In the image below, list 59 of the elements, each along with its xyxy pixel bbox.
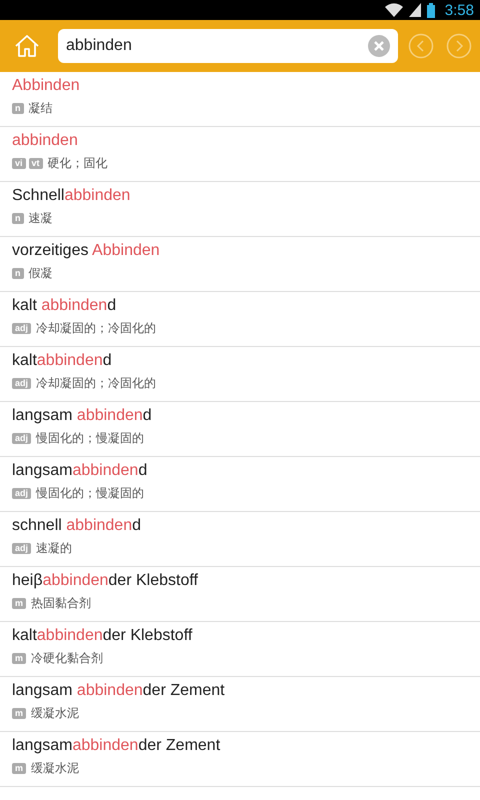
part-of-speech-tag: adj <box>12 323 32 334</box>
headword: kaltabbindender Klebstoff <box>12 626 194 646</box>
part-of-speech-tag: m <box>12 763 26 774</box>
result-row[interactable]: langsamabbindender Zement m 缓凝水泥 <box>0 732 480 787</box>
headword: abbinden <box>12 131 79 151</box>
headword: kaltabbindend <box>12 351 113 371</box>
meaning-text: 慢固化的；慢凝固的 <box>36 485 144 502</box>
part-of-speech-tag: n <box>12 268 24 279</box>
meaning-text: 热固黏合剂 <box>31 595 92 612</box>
part-of-speech-tag: vt <box>28 158 43 169</box>
result-row[interactable]: schnell abbindend adj 速凝的 <box>0 512 480 567</box>
part-of-speech-tag: m <box>12 653 26 664</box>
part-of-speech-tag: m <box>12 708 26 719</box>
result-row[interactable]: langsam abbindender Zement m 缓凝水泥 <box>0 677 480 732</box>
meaning-text: 冷却凝固的；冷固化的 <box>36 375 156 392</box>
part-of-speech-tag: m <box>12 598 26 609</box>
result-row[interactable]: Abbinden n 凝结 <box>0 72 480 127</box>
result-row[interactable]: kalt abbindend adj 冷却凝固的；冷固化的 <box>0 292 480 347</box>
headword: Schnellabbinden <box>12 186 132 206</box>
meaning-text: 冷硬化黏合剂 <box>31 650 104 667</box>
meaning-text: 慢固化的；慢凝固的 <box>36 430 144 447</box>
battery-icon <box>426 2 435 18</box>
headword: Abbinden <box>12 76 81 96</box>
result-row[interactable]: kaltabbindend adj 冷却凝固的；冷固化的 <box>0 347 480 402</box>
result-row[interactable]: vorzeitiges Abbinden n 假凝 <box>0 237 480 292</box>
part-of-speech-tag: n <box>12 213 24 224</box>
meaning-text: 缓凝水泥 <box>31 705 80 722</box>
clock-time: 3:58 <box>444 2 474 18</box>
headword: vorzeitiges Abbinden <box>12 241 161 261</box>
result-row[interactable]: abbinden vi vt 硬化；固化 <box>0 127 480 182</box>
meaning-text: 速凝 <box>28 210 52 227</box>
signal-icon <box>408 3 421 17</box>
result-row[interactable]: Schnellabbinden n 速凝 <box>0 182 480 237</box>
part-of-speech-tag: adj <box>12 488 32 499</box>
part-of-speech-tag: adj <box>12 378 32 389</box>
headword: kalt abbindend <box>12 296 118 316</box>
result-row[interactable]: langsam abbindend adj 慢固化的；慢凝固的 <box>0 402 480 457</box>
result-row[interactable]: heiβabbindender Klebstoff m 热固黏合剂 <box>0 567 480 622</box>
result-row[interactable]: langsamabbindend adj 慢固化的；慢凝固的 <box>0 457 480 512</box>
result-row[interactable]: kaltabbindender Klebstoff m 冷硬化黏合剂 <box>0 622 480 677</box>
meaning-text: 凝结 <box>28 100 52 117</box>
part-of-speech-tag: adj <box>12 543 32 554</box>
meaning-text: 缓凝水泥 <box>31 760 80 777</box>
meaning-text: 硬化；固化 <box>48 155 108 172</box>
part-of-speech-tag: vi <box>12 158 26 169</box>
part-of-speech-tag: n <box>12 103 24 114</box>
headword: langsam abbindender Zement <box>12 681 226 701</box>
meaning-text: 冷却凝固的；冷固化的 <box>36 320 156 337</box>
meaning-text: 假凝 <box>28 265 52 282</box>
headword: schnell abbindend <box>12 516 142 536</box>
wifi-icon <box>384 3 403 17</box>
search-field[interactable]: abbinden <box>58 29 398 63</box>
headword: langsam abbindend <box>12 406 153 426</box>
clear-icon[interactable] <box>368 35 390 57</box>
part-of-speech-tag: adj <box>12 433 32 444</box>
meaning-text: 速凝的 <box>36 540 72 557</box>
headword: langsamabbindender Zement <box>12 736 222 756</box>
headword: heiβabbindender Klebstoff <box>12 571 199 591</box>
headword: langsamabbindend <box>12 461 148 481</box>
